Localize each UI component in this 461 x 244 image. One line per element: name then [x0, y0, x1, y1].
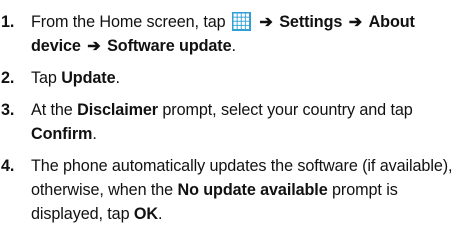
step-number: 1. — [1, 13, 15, 31]
ok-label: OK — [133, 205, 158, 223]
software-update-label: Software update — [107, 37, 232, 55]
steps-list: 1. From the Home screen, tap ➔ Settings … — [0, 10, 461, 234]
step-4: 4. The phone automatically updates the s… — [0, 154, 461, 226]
step-text: prompt, select your country and tap — [162, 101, 413, 119]
no-update-available-label: No update available — [177, 181, 328, 199]
period: . — [92, 125, 97, 143]
settings-label: Settings — [279, 13, 343, 31]
confirm-label: Confirm — [31, 125, 93, 143]
right-arrow-icon: ➔ — [87, 37, 101, 55]
disclaimer-label: Disclaimer — [77, 101, 158, 119]
step-1: 1. From the Home screen, tap ➔ Settings … — [0, 10, 461, 58]
right-arrow-icon: ➔ — [348, 13, 363, 31]
step-text: Tap — [31, 69, 57, 87]
step-number: 3. — [1, 101, 15, 119]
period: . — [231, 37, 237, 55]
step-text: At the — [31, 101, 73, 119]
period: . — [115, 69, 120, 87]
step-2: 2. Tap Update. — [0, 66, 461, 90]
period: . — [158, 205, 163, 223]
right-arrow-icon: ➔ — [259, 13, 273, 31]
apps-grid-icon — [231, 12, 251, 31]
step-3: 3. At the Disclaimer prompt, select your… — [0, 98, 461, 146]
step-text: From the Home screen, tap — [31, 13, 226, 31]
step-number: 4. — [1, 157, 15, 175]
update-label: Update — [61, 69, 116, 87]
step-number: 2. — [1, 69, 15, 87]
